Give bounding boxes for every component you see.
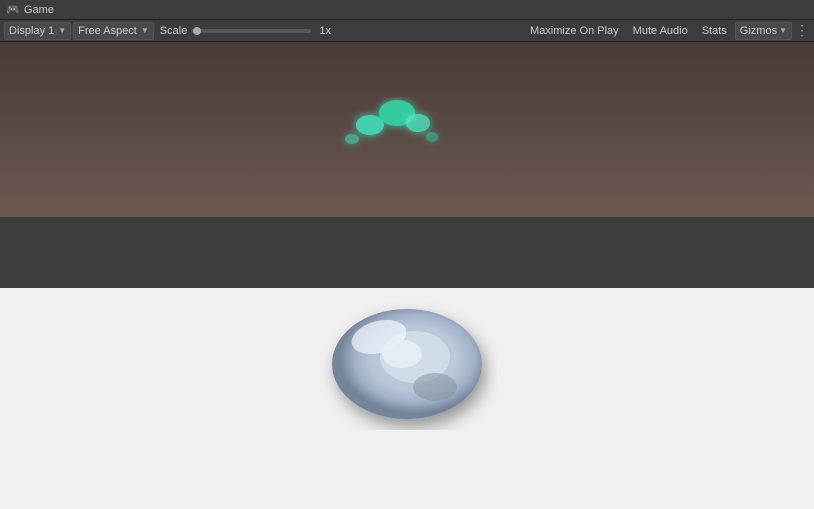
aspect-dropdown[interactable]: Free Aspect ▼: [73, 22, 154, 40]
toolbar: Display 1 ▼ Free Aspect ▼ Scale 1x Maxim…: [0, 20, 814, 42]
right-controls: Maximize On Play Mute Audio Stats Gizmos…: [524, 22, 810, 40]
gizmos-dropdown[interactable]: Gizmos ▼: [735, 22, 792, 40]
game-icon: 🎮: [6, 3, 20, 17]
scale-slider-thumb: [193, 27, 201, 35]
scale-slider[interactable]: [191, 29, 311, 33]
maximize-on-play-button[interactable]: Maximize On Play: [524, 22, 625, 40]
stats-button[interactable]: Stats: [696, 22, 733, 40]
scale-section: Scale 1x: [160, 25, 331, 37]
particle-system: [340, 97, 440, 157]
ring-svg: [307, 269, 507, 449]
gizmos-label: Gizmos: [740, 25, 777, 37]
ring-object: [307, 269, 507, 449]
title-bar: 🎮 Game: [0, 0, 814, 20]
title-bar-label: Game: [24, 4, 54, 16]
display-dropdown[interactable]: Display 1 ▼: [4, 22, 71, 40]
more-options-button[interactable]: ⋮: [794, 22, 810, 40]
display-arrow-icon: ▼: [58, 26, 66, 35]
display-label: Display 1: [9, 25, 54, 37]
gizmos-arrow-icon: ▼: [779, 26, 787, 35]
viewport: [0, 42, 814, 509]
scale-label: Scale: [160, 25, 188, 37]
mute-audio-button[interactable]: Mute Audio: [627, 22, 694, 40]
aspect-arrow-icon: ▼: [141, 26, 149, 35]
particles-svg: [340, 97, 450, 167]
aspect-label: Free Aspect: [78, 25, 137, 37]
scale-value: 1x: [319, 25, 331, 37]
